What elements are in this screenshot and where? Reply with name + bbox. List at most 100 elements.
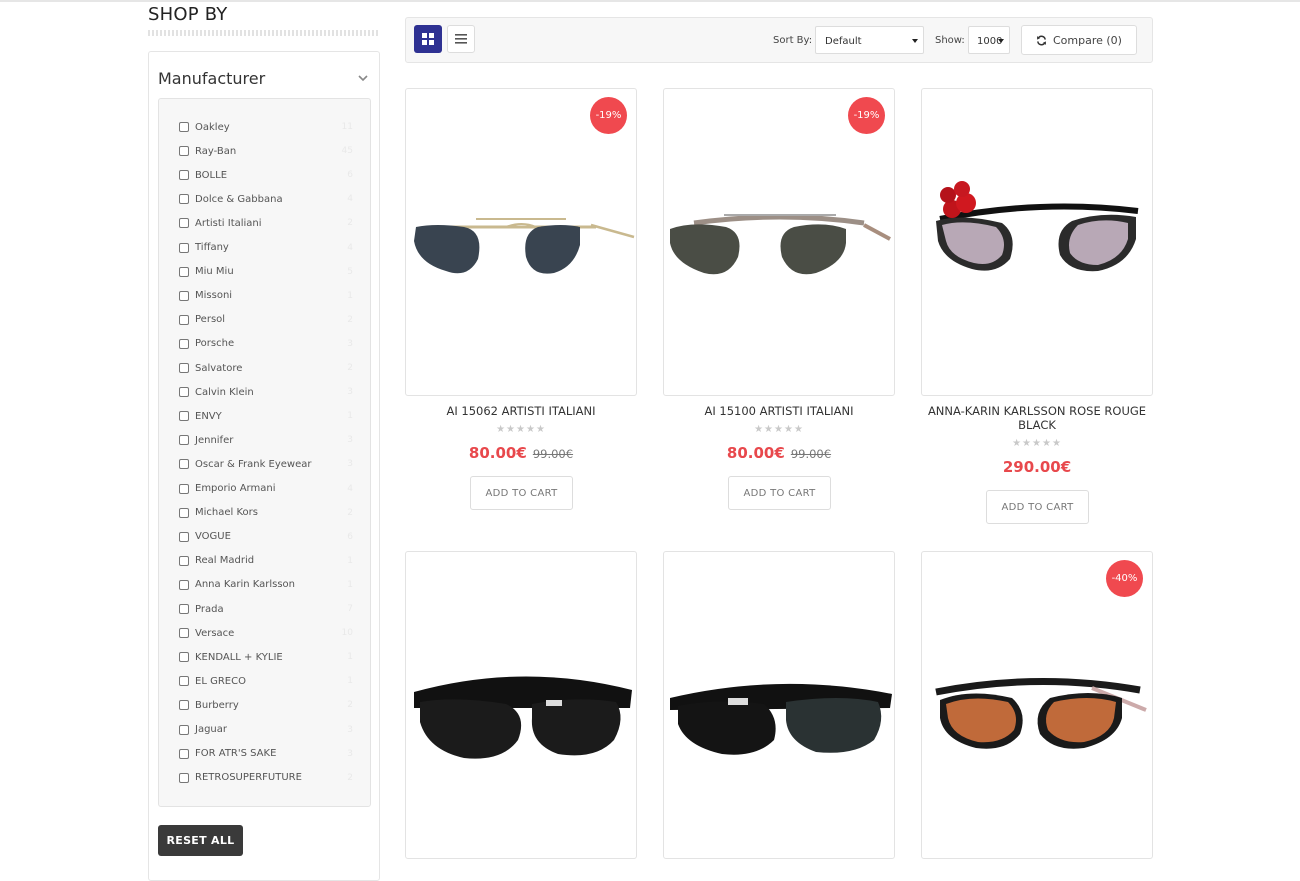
checkbox[interactable] — [179, 122, 189, 132]
manufacturer-count: 2 — [347, 218, 353, 229]
checkbox[interactable] — [179, 314, 189, 325]
manufacturer-label: Jaguar — [195, 724, 228, 735]
checkbox[interactable] — [179, 411, 189, 422]
add-to-cart-button[interactable]: ADD TO CART — [728, 476, 831, 510]
checkbox[interactable] — [179, 266, 189, 277]
rating-stars: ★★★★★ — [1012, 438, 1062, 449]
caret-down-icon — [912, 39, 918, 43]
checkbox[interactable] — [179, 579, 189, 590]
checkbox[interactable] — [179, 459, 189, 470]
manufacturer-option[interactable]: Anna Karin Karlsson 1 — [179, 577, 353, 593]
sidebar: SHOP BY Manufacturer Oakley 11 Ray-Ban 45 BO… — [148, 0, 380, 881]
show-select[interactable]: 1000 — [968, 26, 1010, 54]
product-image[interactable] — [922, 622, 1153, 782]
product-card[interactable] — [405, 551, 637, 859]
title-divider — [148, 30, 380, 36]
manufacturer-option[interactable]: Calvin Klein 3 — [179, 384, 353, 400]
product-image[interactable] — [406, 622, 637, 782]
checkbox[interactable] — [179, 724, 189, 735]
compare-button[interactable]: Compare (0) — [1021, 25, 1137, 55]
reset-all-button[interactable]: RESET ALL — [158, 825, 243, 856]
manufacturer-option[interactable]: Salvatore 2 — [179, 360, 353, 376]
checkbox[interactable] — [179, 363, 189, 373]
manufacturer-option[interactable]: ENVY 1 — [179, 408, 353, 424]
manufacturer-option[interactable]: Miu Miu 5 — [179, 264, 353, 280]
manufacturer-option[interactable]: Prada 7 — [179, 601, 353, 617]
product-name[interactable]: AI 15062 ARTISTI ITALIANI — [405, 404, 637, 418]
list-view-button[interactable] — [447, 25, 475, 53]
grid-view-button[interactable] — [414, 25, 442, 53]
product-card[interactable]: -19% — [405, 88, 637, 396]
add-to-cart-button[interactable]: ADD TO CART — [470, 476, 573, 510]
checkbox[interactable] — [179, 531, 189, 542]
manufacturer-option[interactable]: EL GRECO 1 — [179, 673, 353, 689]
checkbox[interactable] — [179, 652, 189, 663]
price-block: 80.00€ 99.00€ — [663, 443, 895, 462]
checkbox[interactable] — [179, 772, 189, 783]
manufacturer-option[interactable]: Versace 10 — [179, 625, 353, 641]
checkbox[interactable] — [179, 290, 189, 301]
manufacturer-option[interactable]: Tiffany 4 — [179, 240, 353, 256]
manufacturer-option[interactable]: Jennifer 3 — [179, 432, 353, 448]
checkbox[interactable] — [179, 628, 189, 639]
checkbox[interactable] — [179, 507, 189, 518]
checkbox[interactable] — [179, 146, 189, 157]
manufacturer-option[interactable]: VOGUE 6 — [179, 529, 353, 545]
shop-by-title: SHOP BY — [148, 4, 228, 25]
product-card[interactable]: -19% — [663, 88, 895, 396]
manufacturer-option[interactable]: Dolce & Gabbana 4 — [179, 191, 353, 207]
product-name[interactable]: ANNA-KARIN KARLSSON ROSE ROUGE BLACK — [921, 404, 1153, 432]
product-card[interactable]: -40% — [921, 551, 1153, 859]
manufacturer-option[interactable]: Burberry 2 — [179, 697, 353, 713]
manufacturer-option[interactable]: Artisti Italiani 2 — [179, 215, 353, 231]
product-card[interactable] — [921, 88, 1153, 396]
manufacturer-label: Oakley — [195, 121, 230, 133]
compare-label: Compare (0) — [1053, 33, 1122, 47]
manufacturer-option[interactable]: FOR ATR'S SAKE 3 — [179, 746, 353, 762]
manufacturer-option[interactable]: Ray-Ban 45 — [179, 143, 353, 159]
manufacturer-option[interactable]: Oakley 11 — [179, 119, 353, 135]
manufacturer-option[interactable]: KENDALL + KYLIE 1 — [179, 649, 353, 665]
sort-select[interactable]: Default — [815, 26, 924, 54]
checkbox[interactable] — [179, 748, 189, 759]
manufacturer-option[interactable]: Michael Kors 2 — [179, 505, 353, 521]
manufacturer-option[interactable]: Persol 2 — [179, 312, 353, 328]
old-price: 99.00€ — [790, 447, 832, 461]
manufacturer-option[interactable]: Real Madrid 1 — [179, 553, 353, 569]
checkbox[interactable] — [179, 170, 189, 181]
manufacturer-option[interactable]: Oscar & Frank Eyewear 3 — [179, 456, 353, 472]
manufacturer-label: ENVY — [195, 410, 222, 422]
manufacturer-count: 45 — [341, 146, 353, 157]
add-to-cart-button[interactable]: ADD TO CART — [986, 490, 1089, 524]
manufacturer-option[interactable]: Porsche 3 — [179, 336, 353, 352]
manufacturer-option[interactable]: Missoni 1 — [179, 288, 353, 304]
manufacturer-label: Emporio Armani — [195, 483, 276, 494]
product-image[interactable] — [664, 622, 895, 782]
manufacturer-option[interactable]: Emporio Armani 4 — [179, 481, 353, 497]
checkbox[interactable] — [179, 555, 189, 566]
checkbox[interactable] — [179, 676, 189, 687]
checkbox[interactable] — [179, 218, 189, 229]
old-price: 99.00€ — [532, 447, 574, 461]
discount-badge: -19% — [848, 97, 885, 134]
manufacturer-option[interactable]: BOLLE 6 — [179, 167, 353, 183]
product-image[interactable] — [922, 159, 1153, 319]
checkbox[interactable] — [179, 194, 189, 205]
filter-title[interactable]: Manufacturer — [158, 69, 265, 88]
checkbox[interactable] — [179, 435, 189, 446]
checkbox[interactable] — [179, 700, 189, 711]
manufacturer-count: 1 — [347, 290, 353, 301]
checkbox[interactable] — [179, 483, 189, 494]
manufacturer-option[interactable]: RETROSUPERFUTURE 2 — [179, 770, 353, 786]
checkbox[interactable] — [179, 387, 189, 398]
checkbox[interactable] — [179, 338, 189, 349]
product-name[interactable]: AI 15100 ARTISTI ITALIANI — [663, 404, 895, 418]
checkbox[interactable] — [179, 242, 189, 253]
product-image[interactable] — [664, 159, 895, 319]
manufacturer-option[interactable]: Jaguar 3 — [179, 722, 353, 738]
checkbox[interactable] — [179, 604, 189, 614]
chevron-down-icon[interactable] — [357, 73, 369, 83]
product-image[interactable] — [406, 159, 637, 319]
manufacturer-label: Porsche — [195, 338, 235, 350]
product-card[interactable] — [663, 551, 895, 859]
